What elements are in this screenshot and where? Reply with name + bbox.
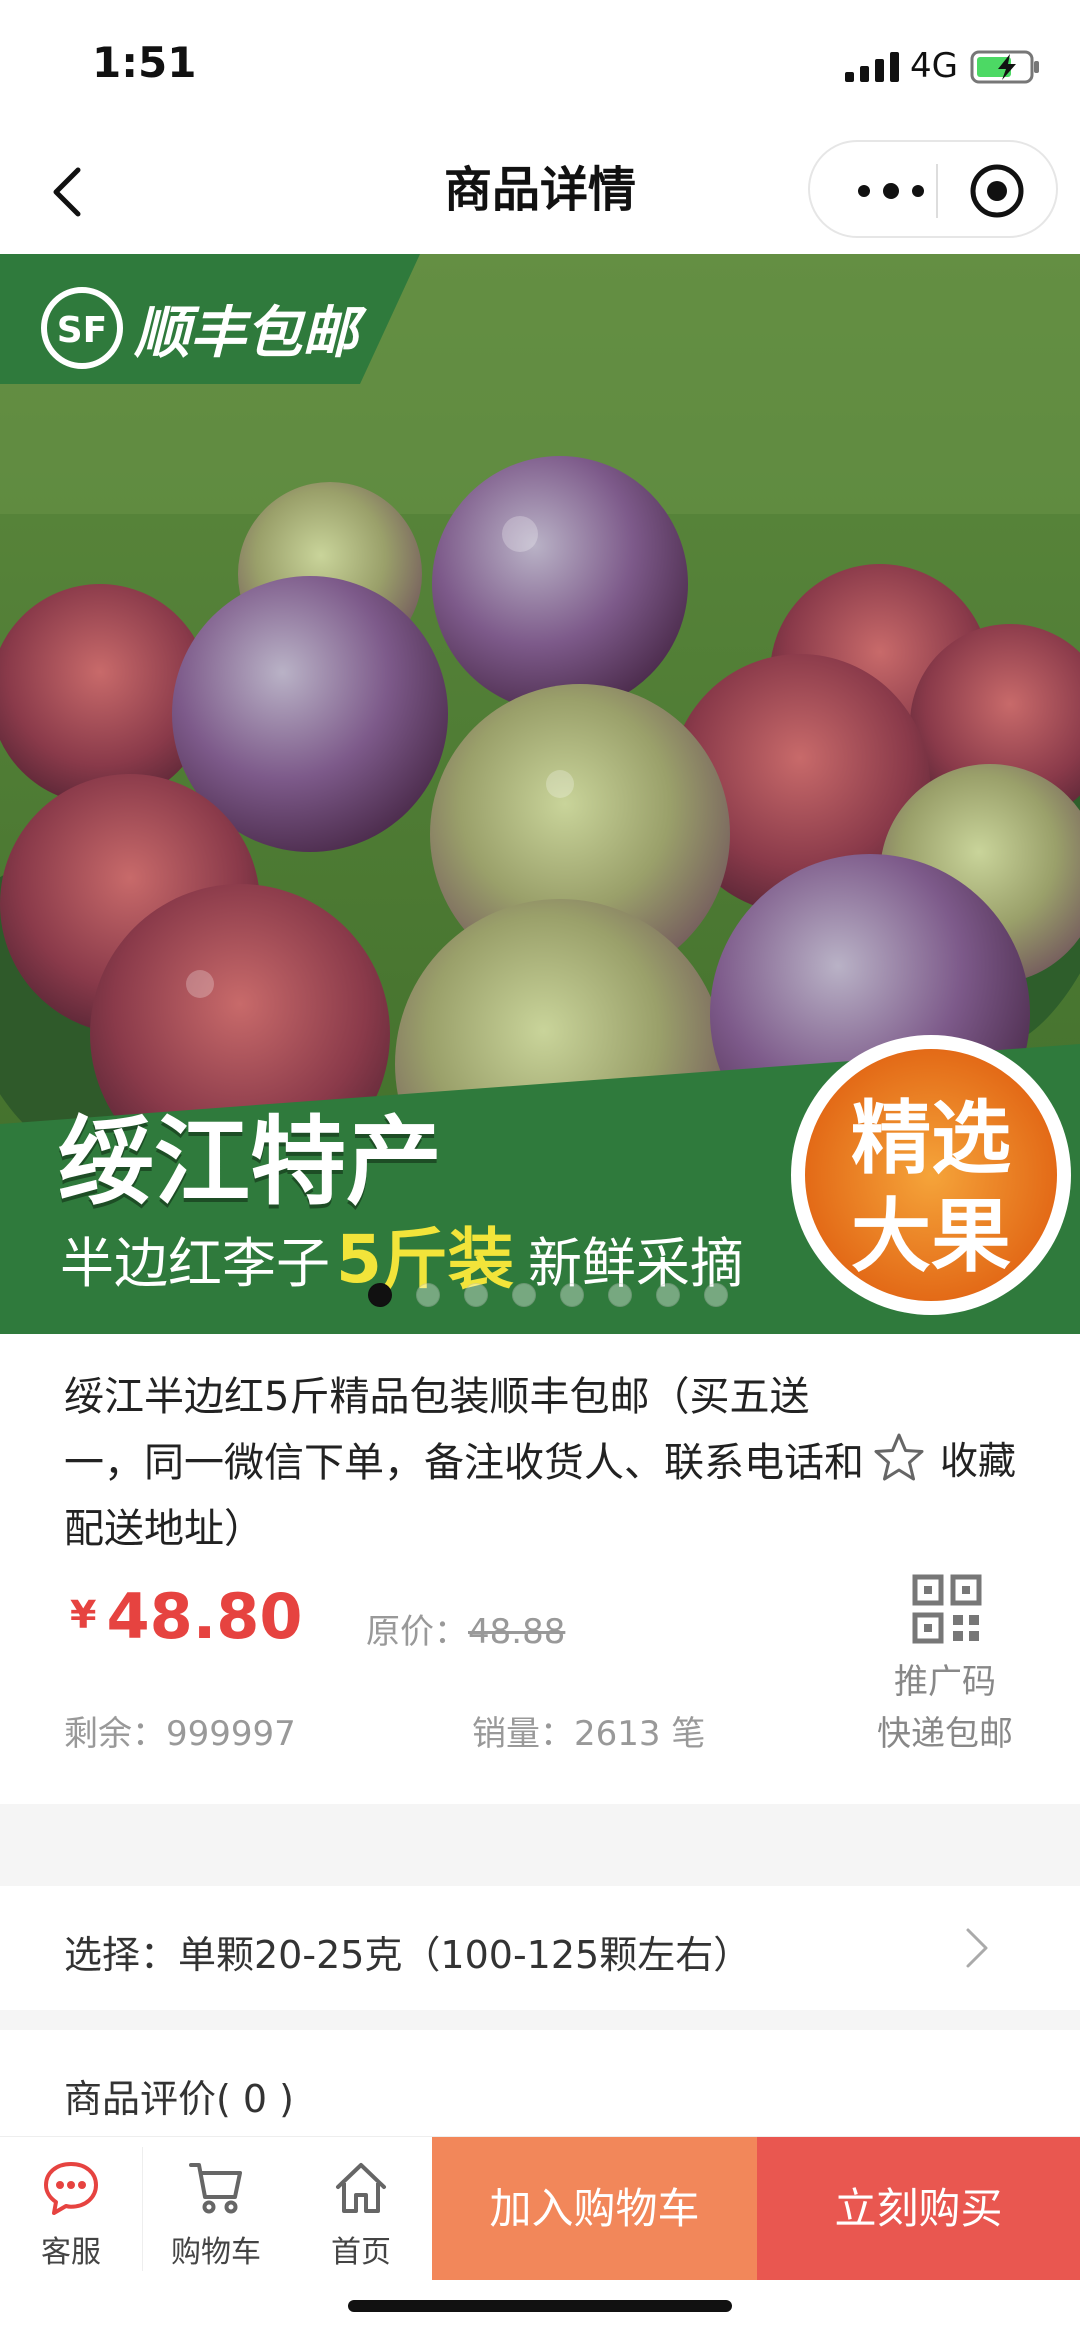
qr-code-icon[interactable] [912,1574,982,1644]
status-bar: 1:51 4G [0,0,1080,130]
favorite-button[interactable]: 收藏 [872,1430,1016,1485]
product-title: 绥江半边红5斤精品包装顺丰包邮（买五送一，同一微信下单，备注收货人、联系电话和配… [64,1374,864,1552]
home-icon [336,2163,386,2213]
battery-charging-icon [970,50,1039,84]
bottom-action-bar: 客服 购物车 首页 加入购物车 立刻购买 [0,2136,1080,2281]
reviews-label: 商品评价( 0 ) [64,2077,294,2121]
navigation-bar: 商品详情 [0,130,1080,254]
close-miniprogram-icon[interactable] [966,160,1028,222]
carousel-dot[interactable] [656,1283,680,1307]
tab-home-label: 首页 [331,2235,391,2270]
add-to-cart-button[interactable]: 加入购物车 [432,2137,757,2281]
tab-home[interactable]: 首页 [290,2137,432,2281]
tab-cart-label: 购物车 [171,2235,261,2270]
chat-bubble-icon [44,2162,98,2215]
banner-sticker-line2: 大果 [851,1190,1011,1283]
carousel-dot[interactable] [464,1283,488,1307]
shipping-info: 快递包邮 [877,1714,1013,1754]
more-icon[interactable] [846,166,936,216]
spec-select-row[interactable]: 选择：单颗20-25克（100-125颗左右） [0,1886,1080,2010]
carousel-dot-active[interactable] [368,1283,392,1307]
carousel-indicator [368,1283,728,1307]
star-icon [874,1433,924,1480]
reviews-section[interactable]: 商品评价( 0 ) [0,2030,1080,2140]
tab-cart[interactable]: 购物车 [145,2137,287,2281]
banner-subline-a: 半边红李子 [60,1232,330,1295]
tab-divider [142,2147,143,2271]
network-type: 4G [910,46,958,86]
carousel-dot[interactable] [560,1283,584,1307]
status-time: 1:51 [92,38,197,87]
signal-icon [845,52,899,82]
stock-remaining: 剩余：999997 [64,1714,296,1754]
carousel-dot[interactable] [416,1283,440,1307]
original-price-label: 原价： [366,1612,468,1652]
spec-select-label: 选择：单颗20-25克（100-125颗左右） [64,1933,752,1977]
sales-count: 销量：2613 笔 [472,1714,706,1754]
product-info-card: 绥江半边红5斤精品包装顺丰包邮（买五送一，同一微信下单，备注收货人、联系电话和配… [0,1334,1080,1804]
banner-headline: 绥江特产 [58,1106,442,1218]
original-price-value: 48.88 [468,1612,566,1652]
product-image-carousel[interactable]: SF 顺丰包邮 绥江特产 半边红李子5斤装 新鲜采摘 精选 大果 [0,254,1080,1334]
product-price: ¥48.80 [70,1580,303,1653]
capsule-divider [936,164,938,218]
sf-express-logo: SF [41,287,123,369]
carousel-dot[interactable] [608,1283,632,1307]
buy-now-button[interactable]: 立刻购买 [757,2137,1080,2281]
price-value: 48.80 [106,1580,303,1653]
price-symbol: ¥ [70,1593,97,1637]
tab-customer-service[interactable]: 客服 [0,2137,142,2281]
promo-code-label[interactable]: 推广码 [870,1654,1020,1703]
home-indicator [348,2300,732,2312]
banner-badge-text: 顺丰包邮 [134,301,358,366]
miniprogram-capsule [808,140,1058,238]
carousel-dot[interactable] [512,1283,536,1307]
svg-text:SF: SF [57,310,108,351]
shopping-cart-icon [189,2163,242,2214]
favorite-label: 收藏 [940,1439,1017,1483]
tab-customer-service-label: 客服 [41,2235,101,2270]
carousel-dot[interactable] [704,1283,728,1307]
chevron-right-icon [966,1928,988,1968]
original-price: 原价：48.88 [366,1604,565,1653]
